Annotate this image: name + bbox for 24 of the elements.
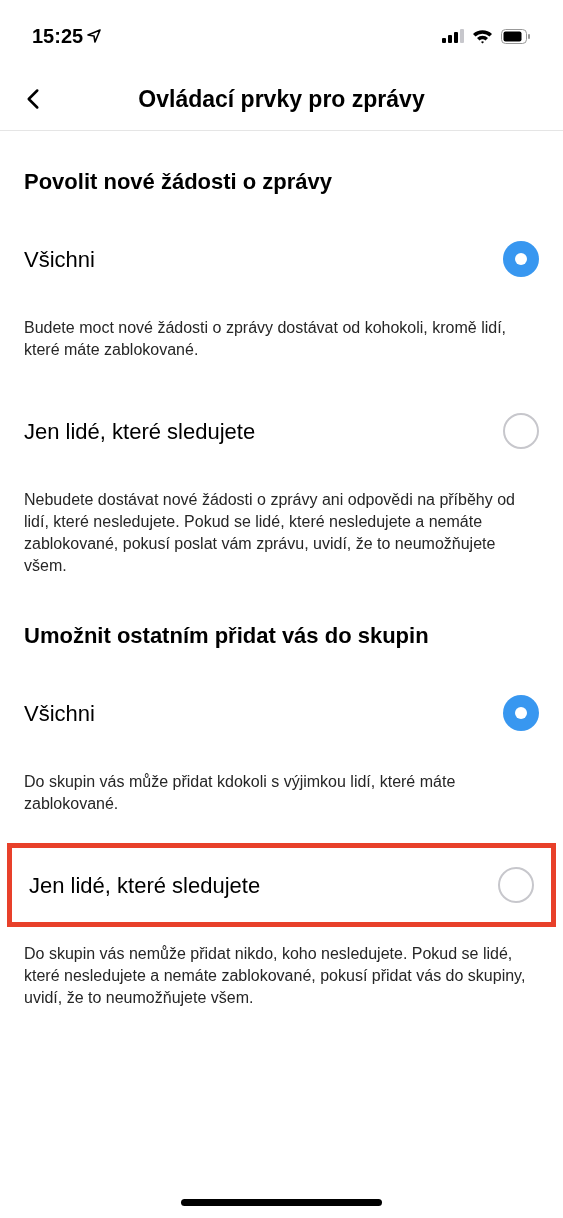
option-label: Jen lidé, které sledujete (29, 871, 261, 900)
option-label: Všichni (24, 245, 95, 274)
location-arrow-icon (87, 29, 102, 43)
radio-button[interactable] (503, 413, 539, 449)
radio-option[interactable]: Všichni (0, 217, 563, 301)
status-time: 15:25 (32, 24, 84, 49)
radio-option[interactable]: Jen lidé, které sledujete (0, 389, 563, 473)
option-label: Všichni (24, 699, 95, 728)
radio-option[interactable]: Všichni (0, 671, 563, 755)
radio-option[interactable]: Jen lidé, které sledujete (7, 843, 556, 927)
option-description: Nebudete dostávat nové žádosti o zprávy ani odpovědi na příběhy od lidí, které nesledujete. Pokud se lidé, které nesledujete a nemáte zablokované, pokusí poslat vám zprávu, uvidí, že to neumožňujete všem. (23, 490, 516, 576)
section-title: Umožnit ostatním přidat vás do skupin (23, 622, 430, 650)
option-description: Do skupin vás nemůže přidat nikdo, koho nesledujete. Pokud se lidé, které nesledujete a nemáte zablokované, pokusí přidat vás do skupiny, uvidí, že to neumožňujete všem. (23, 944, 527, 1008)
option-description: Budete moct nové žádosti o zprávy dostávat od kohokoli, kromě lidí, které máte zablokované. (23, 318, 508, 360)
option-label: Jen lidé, které sledujete (24, 417, 256, 446)
page-title: Ovládací prvky pro zprávy (137, 84, 426, 114)
wifi-icon (472, 28, 493, 44)
signal-icon (442, 29, 464, 43)
option-description: Do skupin vás může přidat kdokoli s výjimkou lidí, které máte zablokované. (23, 772, 457, 814)
radio-button[interactable] (503, 241, 539, 277)
section-title: Povolit nové žádosti o zprávy (23, 168, 334, 196)
radio-button[interactable] (498, 867, 534, 903)
battery-icon (501, 28, 531, 44)
radio-button[interactable] (503, 695, 539, 731)
